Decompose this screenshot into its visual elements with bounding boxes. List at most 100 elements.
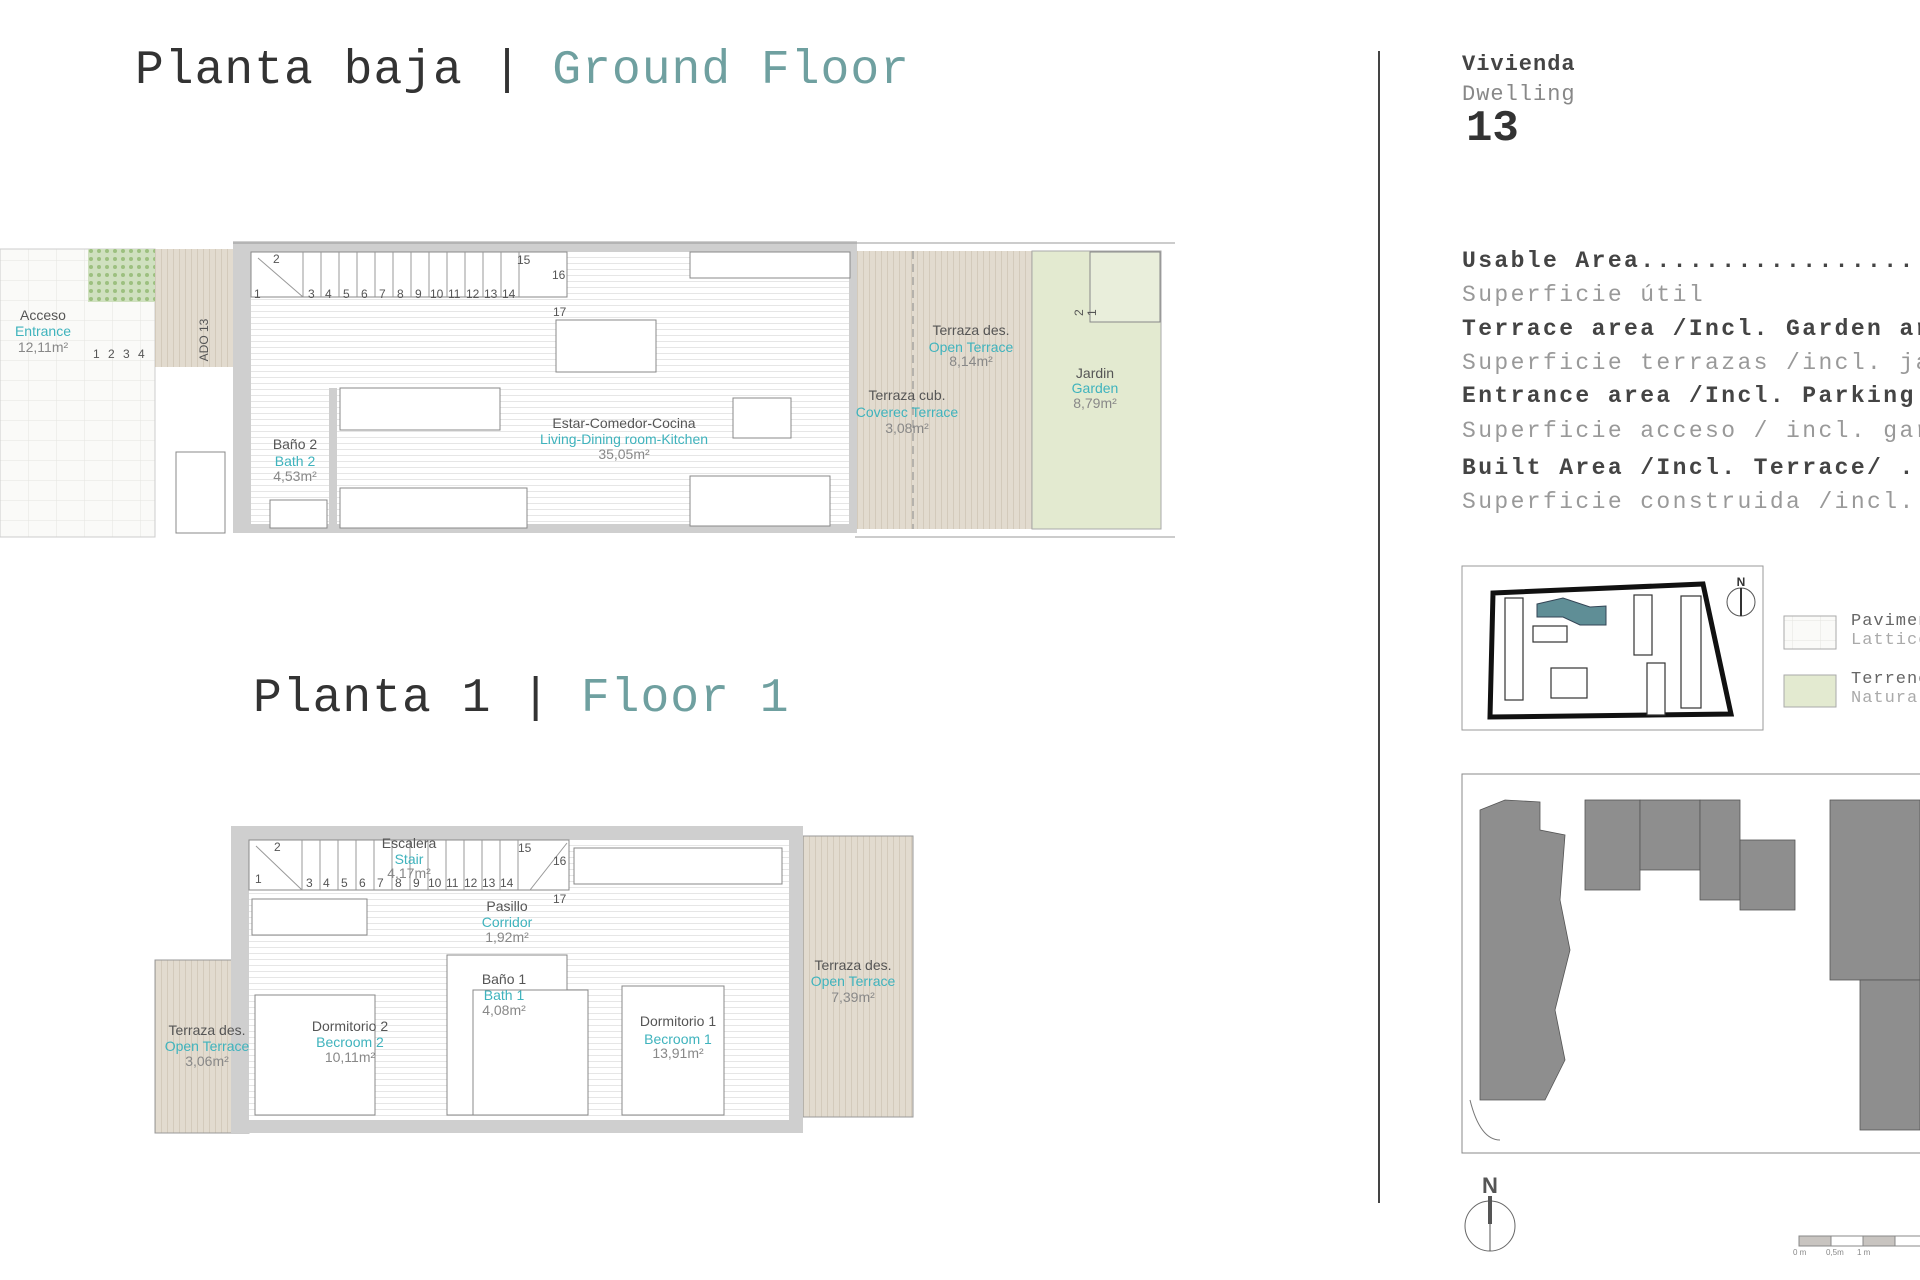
- scale-bar: 0 m 0,5m 1 m: [1793, 1235, 1920, 1257]
- stair-number: 6: [361, 287, 368, 301]
- stair-number: 15: [518, 841, 532, 855]
- room-name-en: Entrance: [15, 323, 71, 339]
- room-area: 4,53m²: [273, 468, 317, 484]
- stair-number: 8: [397, 287, 404, 301]
- room-name-es: Baño 2: [273, 436, 318, 452]
- floor-1-plan: 1 2 3 4 5 6 7 8 9 10 11 12 13 14 15 16 1…: [154, 826, 914, 1134]
- stair-number: 6: [359, 876, 366, 890]
- entrance-label: ADO 13: [197, 318, 211, 361]
- aerial-map: [1461, 773, 1920, 1154]
- dwelling-number: 13: [1466, 104, 1519, 154]
- room-name-en: Bath 2: [275, 453, 316, 469]
- step-number: 1: [93, 347, 100, 361]
- stair-number: 3: [306, 876, 313, 890]
- stair-number: 17: [553, 892, 567, 906]
- legend-natural-en: Natural: [1851, 689, 1920, 708]
- sofa-unit: [339, 487, 528, 529]
- stair-number: 14: [500, 876, 514, 890]
- stair-number: 7: [379, 287, 386, 301]
- room-name-es: Terraza des.: [168, 1022, 245, 1038]
- entrance-area-label-es: Superficie acceso / incl. gar: [1462, 418, 1920, 444]
- room-area: 13,91m²: [652, 1045, 704, 1061]
- room-name-es: Jardin: [1076, 365, 1114, 381]
- stair-number: 15: [517, 253, 531, 267]
- room-name-es: Terraza cub.: [868, 387, 945, 403]
- wardrobe: [251, 898, 368, 936]
- stair-number: 9: [415, 287, 422, 301]
- scale-tick: 0,5m: [1826, 1248, 1844, 1257]
- stair-number: 17: [553, 305, 567, 319]
- room-label-garden: Jardin Garden 8,79m²: [1072, 365, 1119, 411]
- step-number: 2: [1072, 309, 1086, 316]
- scale-tick: 0 m: [1793, 1248, 1807, 1257]
- kitchen-units: [339, 387, 501, 431]
- stair-number: 14: [502, 287, 516, 301]
- kitchen-island: [732, 397, 792, 439]
- stair-number: 2: [273, 252, 280, 266]
- room-name-en: Garden: [1072, 380, 1119, 396]
- dwelling-label-es: Vivienda: [1462, 52, 1576, 77]
- room-area: 35,05m²: [598, 446, 650, 462]
- room-area: 10,11m²: [325, 1049, 376, 1065]
- room-area: 8,79m²: [1073, 395, 1117, 411]
- stair-number: 4: [323, 876, 330, 890]
- entrance-area-label: Entrance area /Incl. Parking: [1462, 383, 1920, 409]
- legend-swatch-lattice: [1783, 615, 1837, 650]
- stair-number: 2: [274, 840, 281, 854]
- stair-number: 7: [377, 876, 384, 890]
- built-area-label-es: Superficie construida /incl.: [1462, 489, 1920, 515]
- stair-number: 1: [255, 872, 262, 886]
- ground-floor-plan: ADO 13 1 2 3 4 5 6 7 8 9 10 11 12 13 14 …: [0, 241, 1175, 538]
- room-name-es: Dormitorio 1: [640, 1013, 716, 1029]
- built-area-label: Built Area /Incl. Terrace/ ..: [1462, 455, 1920, 481]
- stair-number: 10: [430, 287, 444, 301]
- room-area: 3,06m²: [185, 1053, 229, 1069]
- wardrobe: [573, 847, 783, 885]
- legend-natural-es: Terreno: [1851, 670, 1920, 689]
- planter: [88, 249, 155, 302]
- scale-tick: 1 m: [1857, 1248, 1871, 1257]
- room-name-es: Terraza des.: [814, 957, 891, 973]
- room-name-es: Escalera: [382, 835, 437, 851]
- room-name-en: Corridor: [482, 914, 533, 930]
- room-name-es: Baño 1: [482, 971, 527, 987]
- storage: [175, 451, 226, 534]
- stair-number: 5: [343, 287, 350, 301]
- kitchen-counter: [689, 251, 851, 279]
- room-name-es: Pasillo: [486, 898, 527, 914]
- stair-number: 3: [308, 287, 315, 301]
- sofa: [689, 475, 831, 527]
- legend-lattice-en: Lattice: [1851, 631, 1920, 650]
- room-name-es: Estar-Comedor-Cocina: [552, 415, 695, 431]
- room-label-bath-2: Baño 2 Bath 2 4,53m²: [273, 436, 318, 484]
- vertical-divider: [1378, 51, 1380, 1203]
- site-north-label: N: [1737, 575, 1746, 589]
- step-number: 3: [123, 347, 130, 361]
- room-label-corridor: Pasillo Corridor 1,92m²: [482, 898, 533, 945]
- step-number: 1: [1085, 309, 1099, 316]
- stair-number: 13: [482, 876, 496, 890]
- step-number: 4: [138, 347, 145, 361]
- stair-number: 13: [484, 287, 498, 301]
- bath-wall: [329, 388, 337, 528]
- room-name-es: Acceso: [20, 307, 66, 323]
- room-area: 1,92m²: [485, 929, 529, 945]
- dining-table: [555, 319, 657, 373]
- garden-steps: [1089, 251, 1161, 323]
- room-label-entrance: Acceso Entrance 12,11m²: [15, 307, 71, 355]
- floor-plans: ADO 13 1 2 3 4 5 6 7 8 9 10 11 12 13 14 …: [0, 241, 1920, 1257]
- room-name-en: Open Terrace: [811, 973, 896, 989]
- room-area: 3,08m²: [885, 420, 929, 436]
- bath-fixture: [269, 499, 328, 529]
- room-name-en: Bath 1: [484, 987, 525, 1003]
- stair-number: 11: [448, 287, 461, 301]
- room-area: 12,11m²: [18, 339, 69, 355]
- room-name-en: Becroom 2: [316, 1034, 384, 1050]
- terrace-area-label-es: Superficie terrazas /incl. ja: [1462, 350, 1920, 376]
- stair-number: 12: [466, 287, 480, 301]
- usable-area-label-es: Superficie útil: [1462, 282, 1706, 308]
- room-area: 4,17m²: [387, 865, 431, 881]
- stair-number: 12: [464, 876, 478, 890]
- room-area: 8,14m²: [949, 353, 993, 369]
- room-name-en: Coverec Terrace: [856, 404, 959, 420]
